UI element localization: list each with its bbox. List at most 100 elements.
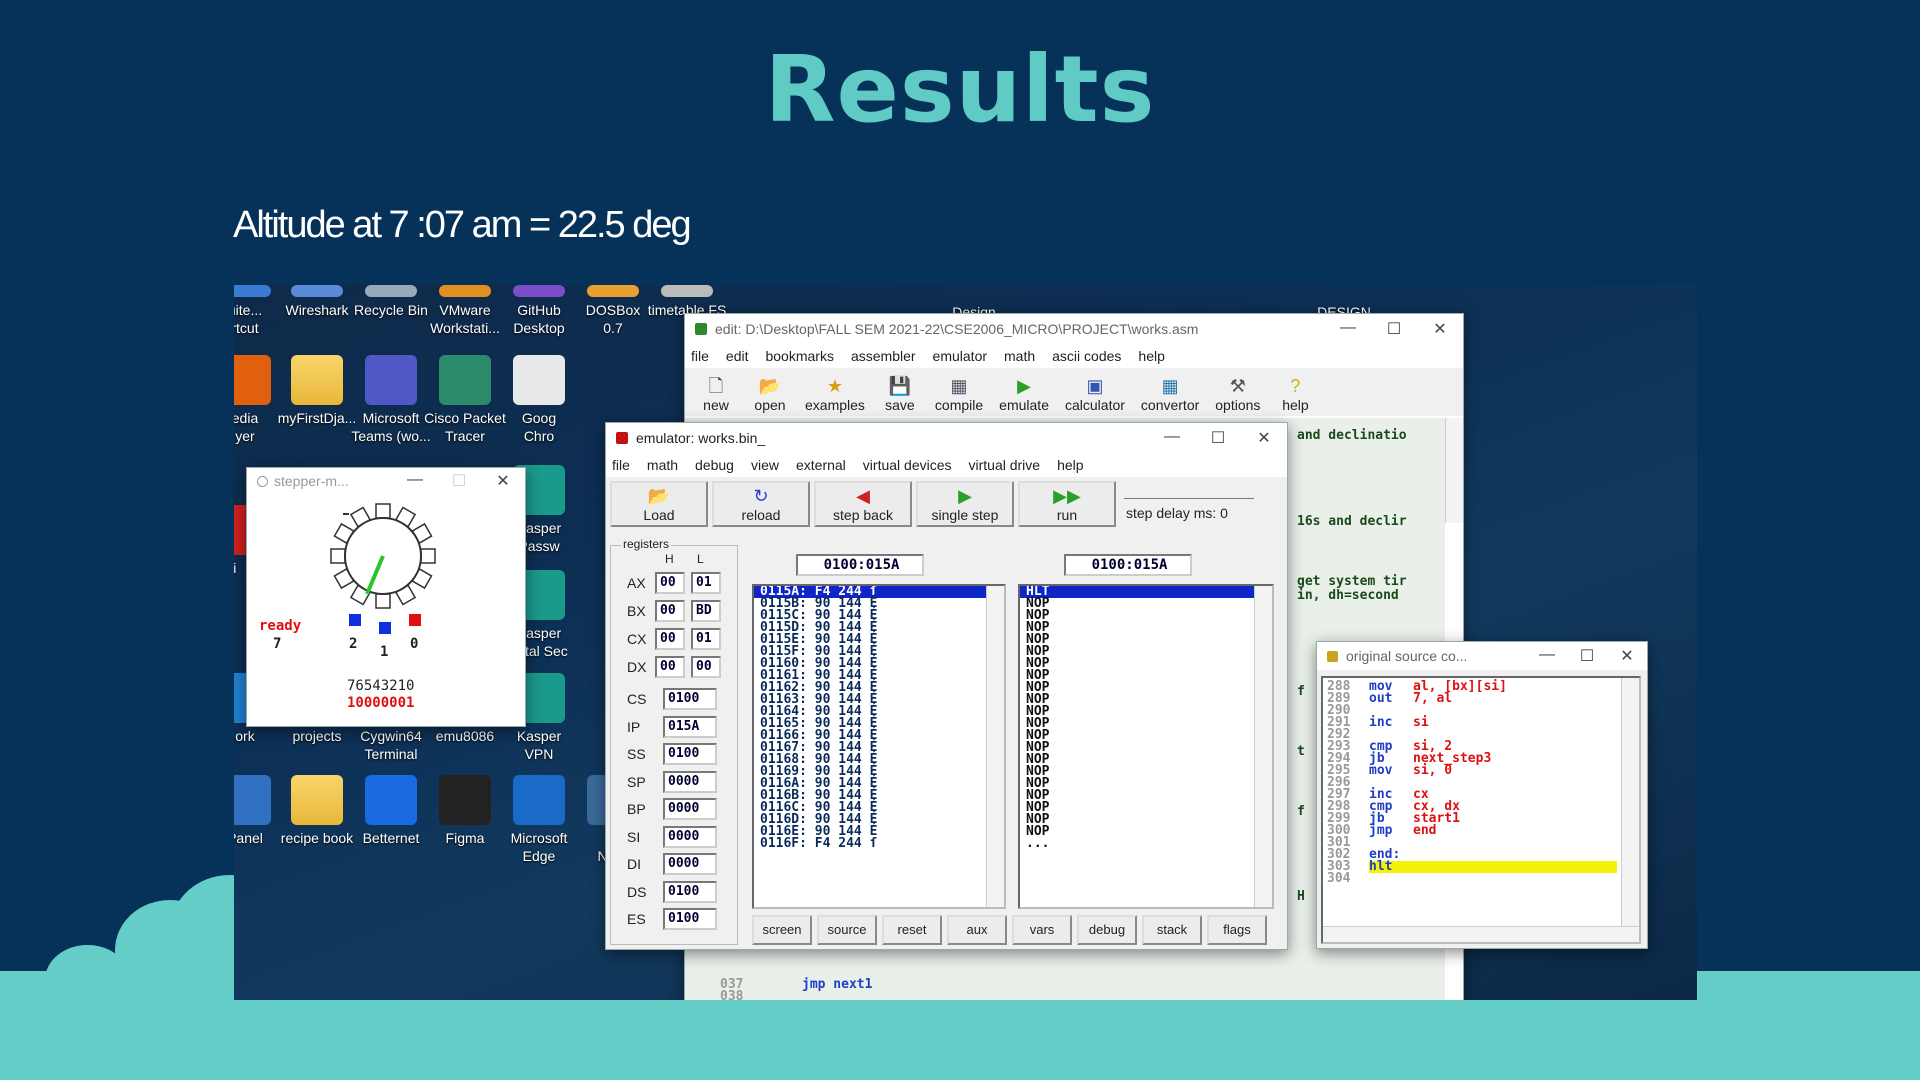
register-high[interactable]: 00: [655, 600, 685, 622]
toolbar-options-button[interactable]: ⚒ options: [1207, 375, 1268, 413]
menu-item-assembler[interactable]: assembler: [851, 348, 916, 364]
register-low[interactable]: 01: [691, 628, 721, 650]
toolbar-new-button[interactable]: 🗋 new: [689, 375, 743, 413]
close-icon[interactable]: ✕: [1241, 428, 1287, 448]
minimize-icon[interactable]: —: [1149, 428, 1195, 448]
source-titlebar[interactable]: original source co... — ☐ ✕: [1317, 642, 1647, 670]
register-high[interactable]: 00: [655, 572, 685, 594]
disasm-row[interactable]: NOP: [1020, 705, 1272, 718]
register-value[interactable]: 0000: [663, 798, 717, 820]
menu-item-debug[interactable]: debug: [695, 457, 734, 473]
disasm-row[interactable]: NOP: [1020, 597, 1272, 610]
stepper-window[interactable]: stepper-m... — ☐ ✕ ready 7 2 1 0 76543210 …: [246, 467, 526, 727]
minimize-icon[interactable]: —: [1527, 646, 1567, 666]
register-value[interactable]: 0100: [663, 743, 717, 765]
step-back-button[interactable]: ◀ step back: [814, 481, 912, 527]
toolbar-compile-button[interactable]: ▦ compile: [927, 375, 991, 413]
disasm-row[interactable]: NOP: [1020, 729, 1272, 742]
stepper-titlebar[interactable]: stepper-m... — ☐ ✕: [247, 468, 525, 494]
disasm-row[interactable]: NOP: [1020, 669, 1272, 682]
disasm-row[interactable]: ...: [1020, 837, 1272, 850]
reload-button[interactable]: ↻ reload: [712, 481, 810, 527]
reset-button[interactable]: reset: [882, 915, 942, 945]
step-delay-slider[interactable]: [1124, 485, 1254, 499]
disasm-row[interactable]: NOP: [1020, 741, 1272, 754]
toolbar-open-button[interactable]: 📂 open: [743, 375, 797, 413]
emulator-window[interactable]: emulator: works.bin_ — ☐ ✕ file math debug vi…: [605, 422, 1288, 950]
register-value[interactable]: 0100: [663, 880, 717, 903]
maximize-icon[interactable]: ☐: [437, 471, 481, 491]
toolbar-examples-button[interactable]: ★ examples: [797, 375, 873, 413]
menu-item-emulator[interactable]: emulator: [933, 348, 987, 364]
register-low[interactable]: 01: [691, 572, 721, 594]
memory-list[interactable]: 0115A: F4 244 ſ 0115B: 90 144 É 0115C: 90 …: [752, 584, 1006, 909]
toolbar-help-button[interactable]: ? help: [1268, 375, 1322, 413]
disasm-row[interactable]: NOP: [1020, 801, 1272, 814]
disasm-row[interactable]: NOP: [1020, 621, 1272, 634]
menu-item-help[interactable]: help: [1057, 457, 1083, 473]
maximize-icon[interactable]: ☐: [1567, 646, 1607, 666]
register-value[interactable]: 0000: [663, 853, 717, 875]
disasm-row[interactable]: NOP: [1020, 633, 1272, 646]
menu-item-help[interactable]: help: [1138, 348, 1164, 364]
register-value[interactable]: 0000: [663, 770, 717, 793]
register-value[interactable]: 0000: [663, 825, 717, 848]
disasm-row[interactable]: NOP: [1020, 693, 1272, 706]
emulator-titlebar[interactable]: emulator: works.bin_ — ☐ ✕: [606, 423, 1287, 453]
menu-item-edit[interactable]: edit: [726, 348, 749, 364]
disasm-row[interactable]: NOP: [1020, 777, 1272, 790]
close-icon[interactable]: ✕: [481, 471, 525, 491]
menu-item-file[interactable]: file: [691, 348, 709, 364]
memory-scrollbar[interactable]: [986, 586, 1004, 907]
menu-item-virtual-drive[interactable]: virtual drive: [969, 457, 1041, 473]
run-button[interactable]: ▶▶ run: [1018, 481, 1116, 527]
close-icon[interactable]: ✕: [1607, 646, 1647, 666]
menu-item-external[interactable]: external: [796, 457, 846, 473]
menu-item-ascii-codes[interactable]: ascii codes: [1052, 348, 1121, 364]
disasm-row[interactable]: NOP: [1020, 645, 1272, 658]
menu-item-math[interactable]: math: [647, 457, 678, 473]
disasm-address-field[interactable]: 0100:015A: [1064, 554, 1192, 576]
disasm-row[interactable]: NOP: [1020, 753, 1272, 766]
source-hscrollbar[interactable]: [1323, 926, 1639, 942]
toolbar-emulate-button[interactable]: ▶ emulate: [991, 375, 1057, 413]
menu-item-bookmarks[interactable]: bookmarks: [765, 348, 833, 364]
aux-button[interactable]: aux: [947, 915, 1007, 945]
register-value[interactable]: 015A: [663, 715, 717, 738]
disasm-row[interactable]: NOP: [1020, 789, 1272, 802]
desktop-icon[interactable]: Goog Chro: [494, 355, 584, 445]
disasm-row[interactable]: NOP: [1020, 657, 1272, 670]
debug-button[interactable]: debug: [1077, 915, 1137, 945]
maximize-icon[interactable]: ☐: [1371, 319, 1417, 339]
disasm-scrollbar[interactable]: [1254, 586, 1272, 907]
menu-item-view[interactable]: view: [751, 457, 779, 473]
register-high[interactable]: 00: [655, 656, 685, 678]
memory-row[interactable]: 0116F: F4 244 ſ: [754, 837, 1004, 850]
register-low[interactable]: 00: [691, 656, 721, 678]
menu-item-file[interactable]: file: [612, 457, 630, 473]
disasm-row[interactable]: NOP: [1020, 681, 1272, 694]
disasm-row[interactable]: HLT: [1020, 586, 1254, 598]
toolbar-convertor-button[interactable]: ▦ convertor: [1133, 375, 1207, 413]
disasm-row[interactable]: NOP: [1020, 717, 1272, 730]
register-value[interactable]: 0100: [663, 908, 717, 930]
disasm-row[interactable]: NOP: [1020, 813, 1272, 826]
disasm-row[interactable]: NOP: [1020, 609, 1272, 622]
toolbar-save-button[interactable]: 💾 save: [873, 375, 927, 413]
source-scrollbar[interactable]: [1621, 678, 1639, 928]
minimize-icon[interactable]: —: [393, 471, 437, 491]
disassembly-list[interactable]: HLT NOP NOP NOP NOP NOP NOP NOP NOP NOP NOP NOP NOP N…: [1018, 584, 1274, 909]
load-button[interactable]: 📂 Load: [610, 481, 708, 527]
menu-item-math[interactable]: math: [1004, 348, 1035, 364]
minimize-icon[interactable]: —: [1325, 319, 1371, 339]
disasm-row[interactable]: NOP: [1020, 825, 1272, 838]
editor-titlebar[interactable]: edit: D:\Desktop\FALL SEM 2021-22\CSE200…: [685, 314, 1463, 344]
screen-button[interactable]: screen: [752, 915, 812, 945]
vars-button[interactable]: vars: [1012, 915, 1072, 945]
source-button[interactable]: source: [817, 915, 877, 945]
memory-address-field[interactable]: 0100:015A: [796, 554, 924, 576]
menu-item-virtual-devices[interactable]: virtual devices: [863, 457, 952, 473]
disasm-row[interactable]: NOP: [1020, 765, 1272, 778]
register-high[interactable]: 00: [655, 628, 685, 650]
register-value[interactable]: 0100: [663, 688, 717, 710]
